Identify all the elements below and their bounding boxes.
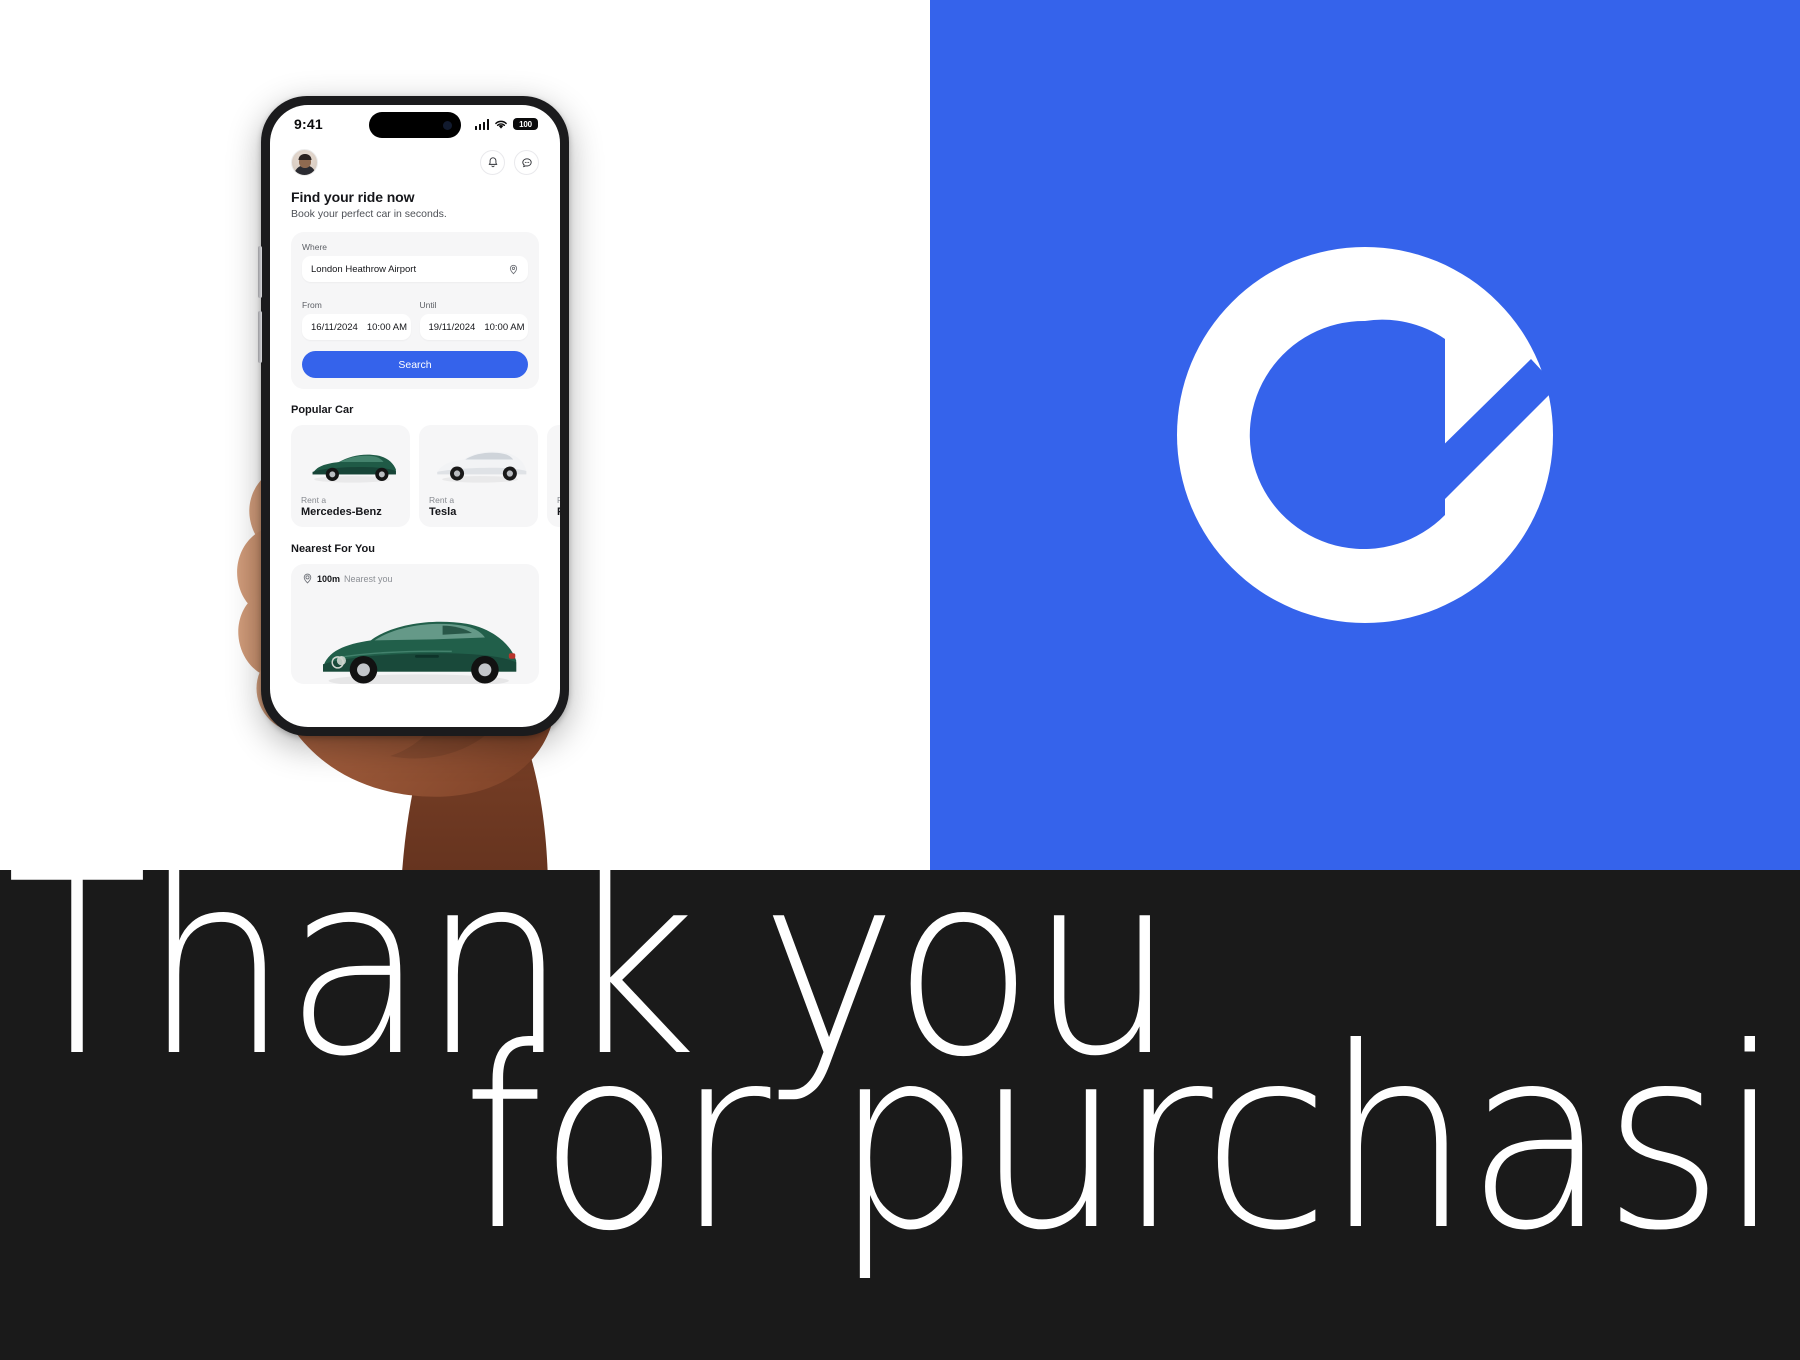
where-value: London Heathrow Airport xyxy=(311,263,417,275)
from-label: From xyxy=(302,300,322,310)
thank-you-line-2: for purchasing! xyxy=(462,994,1800,1285)
until-group: Until 19/11/2024 10:00 AM xyxy=(419,291,528,340)
nearest-heading: Nearest For You xyxy=(291,543,375,555)
volume-up-button[interactable] xyxy=(258,246,262,298)
until-time: 10:00 AM xyxy=(484,321,525,333)
until-input[interactable]: 19/11/2024 10:00 AM xyxy=(419,314,528,340)
rent-label: Rent a xyxy=(429,495,455,505)
nearest-distance: 100m xyxy=(317,573,341,584)
notifications-button[interactable] xyxy=(480,150,505,175)
rent-label: Rent xyxy=(557,495,560,505)
page-subtitle: Book your perfect car in seconds. xyxy=(291,208,447,220)
search-form: Where London Heathrow Airport From 16/11 xyxy=(291,232,539,389)
rent-label: Rent a xyxy=(301,495,327,505)
front-camera-icon xyxy=(443,120,452,130)
top-showcase-area: 9:41 100 Find your ride now Book your pe… xyxy=(0,0,1800,870)
page-title: Find your ride now xyxy=(291,189,415,205)
list-item[interactable]: Rent Pors xyxy=(547,425,560,527)
nearest-meta: 100m Nearest you xyxy=(302,573,528,584)
header-actions xyxy=(480,150,539,175)
white-tesla-suv-image xyxy=(429,433,528,491)
where-label: Where xyxy=(302,242,328,252)
messages-button[interactable] xyxy=(514,150,539,175)
dynamic-island xyxy=(369,112,461,138)
avatar-hair xyxy=(298,153,311,160)
volume-down-button[interactable] xyxy=(258,311,262,363)
cellular-signal-icon xyxy=(474,118,489,130)
wifi-icon xyxy=(495,120,507,129)
car-name: Mercedes-Benz xyxy=(301,506,382,518)
popular-car-heading: Popular Car xyxy=(291,404,354,416)
search-button[interactable]: Search xyxy=(302,351,528,378)
where-input[interactable]: London Heathrow Airport xyxy=(302,256,528,282)
from-group: From 16/11/2024 10:00 AM xyxy=(302,291,411,340)
status-indicators: 100 xyxy=(474,118,538,130)
battery-icon: 100 xyxy=(513,118,538,130)
car-name: Pors xyxy=(557,506,560,518)
status-bar: 9:41 100 xyxy=(270,105,560,143)
from-date: 16/11/2024 xyxy=(311,321,358,333)
date-range-row: From 16/11/2024 10:00 AM Until 19/11/202… xyxy=(302,291,528,340)
status-time: 9:41 xyxy=(294,116,323,132)
nearest-car-card[interactable]: 100m Nearest you xyxy=(291,564,539,684)
hero-section: Find your ride now Book your perfect car… xyxy=(270,189,560,220)
map-pin-icon[interactable] xyxy=(508,264,519,275)
thank-you-banner: Thank you for purchasing! xyxy=(0,870,1800,1360)
list-item[interactable]: Rent a Tesla xyxy=(419,425,538,527)
phone-screen: 9:41 100 Find your ride now Book your pe… xyxy=(270,105,560,727)
chat-bubble-icon xyxy=(521,157,532,167)
green-mercedes-roadster-image xyxy=(303,598,527,684)
list-item[interactable]: Rent a Mercedes-Benz xyxy=(291,425,410,527)
white-porsche-image xyxy=(557,433,560,491)
green-mercedes-convertible-image xyxy=(301,433,400,491)
from-input[interactable]: 16/11/2024 10:00 AM xyxy=(302,314,411,340)
until-date: 19/11/2024 xyxy=(428,321,476,333)
until-label: Until xyxy=(419,300,437,310)
bell-icon xyxy=(488,157,497,168)
from-time: 10:00 AM xyxy=(366,321,407,333)
popular-car-list[interactable]: Rent a Mercedes-Benz Rent a Tesla xyxy=(270,425,560,527)
brand-panel xyxy=(930,0,1800,870)
user-avatar[interactable] xyxy=(291,149,318,176)
nearest-label: Nearest you xyxy=(344,573,393,584)
car-name: Tesla xyxy=(429,506,457,518)
app-header xyxy=(270,143,560,176)
location-target-icon xyxy=(303,573,312,584)
circle-check-logo xyxy=(1165,235,1565,635)
iphone-device: 9:41 100 Find your ride now Book your pe… xyxy=(258,96,569,736)
hand-holding-phone: 9:41 100 Find your ride now Book your pe… xyxy=(0,0,930,870)
